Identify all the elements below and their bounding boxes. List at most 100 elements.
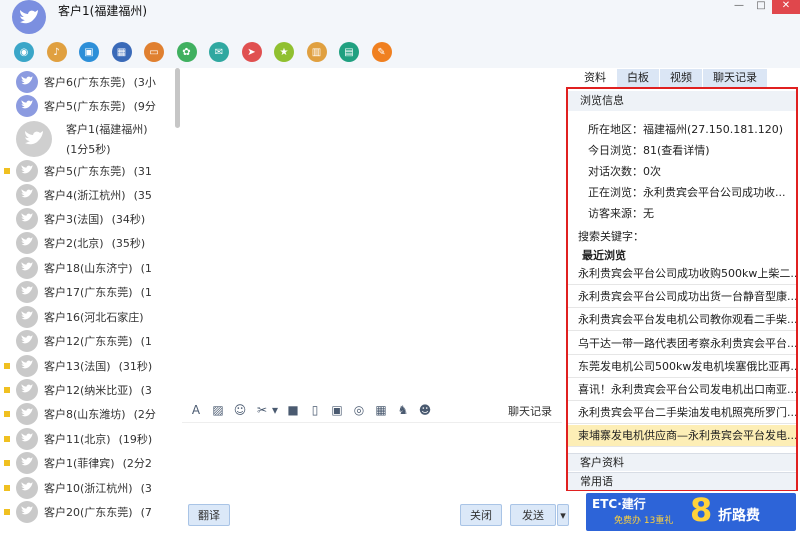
tab-1[interactable]: 白板 xyxy=(617,69,659,87)
recent-browse-item[interactable]: 喜讯！永利贵宾会平台公司发电机出口南亚... xyxy=(568,379,796,401)
message-icon[interactable]: ▭ xyxy=(144,42,164,62)
microphone-icon[interactable]: ♪ xyxy=(46,42,67,62)
active-contact-item[interactable]: 客户1(福建福州) (1分5秒) xyxy=(0,116,170,162)
bird-icon xyxy=(20,99,34,113)
unread-flag xyxy=(4,216,10,222)
contact-list-scrollbar[interactable] xyxy=(175,68,180,128)
screen-share-icon[interactable]: ▦ xyxy=(111,42,132,62)
minimize-button[interactable]: — xyxy=(728,0,750,14)
tab-3[interactable]: 聊天记录 xyxy=(703,69,767,87)
contact-item[interactable]: 客户13(法国) (31秒) xyxy=(0,354,170,378)
unread-flag xyxy=(4,411,10,417)
bird-icon xyxy=(20,261,34,275)
contact-time: (31秒) xyxy=(118,360,153,373)
emoji-icon[interactable]: ☺ xyxy=(232,402,248,418)
unread-flag xyxy=(4,240,10,246)
avatar[interactable] xyxy=(12,0,46,34)
contact-card-icon[interactable]: ▣ xyxy=(79,42,99,62)
recent-browse-item[interactable]: 乌干达一带一路代表团考察永利贵宾会平台... xyxy=(568,333,796,355)
send-button[interactable]: 发送 xyxy=(510,504,556,526)
close-chat-button[interactable]: 关闭 xyxy=(460,504,502,526)
contact-name: 客户20(广东东莞) xyxy=(44,506,133,519)
contact-item[interactable]: 客户5(广东东莞) (9分 xyxy=(0,94,170,118)
contact-item[interactable]: 客户4(浙江杭州) (35 xyxy=(0,183,170,207)
send-paper-plane-icon[interactable]: ➤ xyxy=(241,42,262,62)
close-window-button[interactable]: ✕ xyxy=(772,0,800,14)
etc-ad-banner[interactable]: ETC·建行 免费办 13重礼 8 折路费 xyxy=(586,491,796,531)
bird-icon xyxy=(20,432,34,446)
unread-flag xyxy=(4,338,10,344)
message-input[interactable] xyxy=(182,422,562,500)
contact-avatar xyxy=(16,95,38,117)
contact-name: 客户5(广东东莞) xyxy=(44,165,126,178)
folder-icon[interactable]: ■ xyxy=(285,402,301,418)
recent-browse-item[interactable]: 永利贵宾会平台发电机公司教你观看二手柴... xyxy=(568,309,796,332)
star-icon[interactable]: ★ xyxy=(274,42,294,62)
voice-icon[interactable]: ◎ xyxy=(351,402,367,418)
contact-name: 客户4(浙江杭州) xyxy=(44,189,126,202)
contact-item[interactable]: 客户20(广东东莞) (7 xyxy=(0,500,170,524)
chat-history-link[interactable]: 聊天记录 xyxy=(508,403,552,419)
common-phrases-section[interactable]: 常用语 xyxy=(568,472,796,490)
recent-browse-item[interactable]: 东莞发电机公司500kw发电机埃塞俄比亚再... xyxy=(568,356,796,378)
contact-avatar xyxy=(16,281,38,303)
file-icon[interactable]: ▯ xyxy=(307,402,323,418)
transfer-user-icon[interactable]: ♞ xyxy=(395,402,411,418)
contact-name: 客户16(河北石家庄) xyxy=(44,311,144,324)
recent-browse-item[interactable]: 永利贵宾会平台二手柴油发电机照亮所罗门... xyxy=(568,402,796,425)
recent-browse-item[interactable]: 永利贵宾会平台公司成功出货一台静音型康... xyxy=(568,286,796,309)
today-views-info[interactable]: 今日浏览：81(查看详情) xyxy=(588,142,788,158)
chat-bubble-icon[interactable]: ✉ xyxy=(209,42,229,62)
contact-name: 客户8(山东潍坊) xyxy=(44,408,126,421)
video-icon[interactable]: ▦ xyxy=(373,402,389,418)
document-icon[interactable]: ▤ xyxy=(339,42,359,62)
camera-icon[interactable]: ◉ xyxy=(14,42,34,62)
contact-item[interactable]: 客户2(北京) (35秒) xyxy=(0,231,170,255)
contact-item[interactable]: 客户10(浙江杭州) (3 xyxy=(0,476,170,500)
visitor-info-panel: 浏览信息 所在地区：福建福州(27.150.181.120) 今日浏览：81(查… xyxy=(566,87,798,491)
contact-item[interactable]: 客户11(北京) (19秒) xyxy=(0,427,170,451)
dropdown-arrow-icon[interactable]: ▾ xyxy=(271,402,279,418)
settings-doc-icon[interactable]: ✎ xyxy=(371,42,392,62)
recent-browse-item[interactable]: 永利贵宾会平台公司成功收购500kw上柴二... xyxy=(568,263,796,285)
image-icon[interactable]: ▨ xyxy=(210,402,226,418)
contact-item[interactable]: 客户12(纳米比亚) (3 xyxy=(0,378,170,402)
contact-item[interactable]: 客户6(广东东莞) (3小 xyxy=(0,70,170,94)
browse-info-header[interactable]: 浏览信息 xyxy=(568,91,796,111)
contact-item[interactable]: 客户12(广东东莞) (1 xyxy=(0,329,170,353)
viewing-info[interactable]: 正在浏览：永利贵宾会平台公司成功收... xyxy=(588,184,788,200)
ad-subtitle: 免费办 13重礼 xyxy=(614,516,674,526)
contact-list[interactable]: 客户6(广东东莞) (3小 客户5(广东东莞) (9分 客户5(广东东莞) (31 客户4(… xyxy=(0,68,182,533)
ad-number: 8 xyxy=(690,491,713,529)
translate-button[interactable]: 翻译 xyxy=(188,504,230,526)
group-icon[interactable]: ✿ xyxy=(176,42,197,62)
contact-item[interactable]: 客户5(广东东莞) (31 xyxy=(0,159,170,183)
main-toolbar: ◉ ♪ ▣ ▦ ▭ ✿ ✉ ➤ ★ ▥ ▤ ✎ xyxy=(0,38,800,68)
font-icon[interactable]: A xyxy=(188,402,204,418)
customer-info-section[interactable]: 客户资料 xyxy=(568,453,796,471)
recent-browse-item[interactable]: 柬埔寨发电机供应商—永利贵宾会平台发电... xyxy=(568,425,796,448)
robot-icon[interactable]: ☻ xyxy=(417,402,433,418)
contact-item[interactable]: 客户18(山东济宁) (1 xyxy=(0,256,170,280)
contact-item[interactable]: 客户16(河北石家庄) xyxy=(0,305,170,329)
contact-avatar xyxy=(16,160,38,182)
scissors-icon[interactable]: ✂ xyxy=(254,402,270,418)
contact-item[interactable]: 客户8(山东潍坊) (2分 xyxy=(0,402,170,426)
contact-avatar xyxy=(16,184,38,206)
contact-avatar xyxy=(16,452,38,474)
layout-icon[interactable]: ▥ xyxy=(306,42,327,62)
contact-item[interactable]: 客户17(广东东莞) (1 xyxy=(0,280,170,304)
contact-avatar xyxy=(16,257,38,279)
contact-avatar xyxy=(16,355,38,377)
contact-item[interactable]: 客户3(法国) (34秒) xyxy=(0,207,170,231)
send-options-button[interactable]: ▾ xyxy=(557,504,569,526)
contact-time: (19秒) xyxy=(118,433,153,446)
maximize-button[interactable]: □ xyxy=(750,0,772,14)
contact-name: 客户3(法国) xyxy=(44,213,104,226)
contact-avatar xyxy=(16,428,38,450)
note-icon[interactable]: ▣ xyxy=(329,402,345,418)
contact-item[interactable]: 客户1(菲律宾) (2分2 xyxy=(0,451,170,475)
unread-flag xyxy=(4,460,10,466)
tab-2[interactable]: 视频 xyxy=(660,69,702,87)
tab-0[interactable]: 资料 xyxy=(574,69,616,87)
